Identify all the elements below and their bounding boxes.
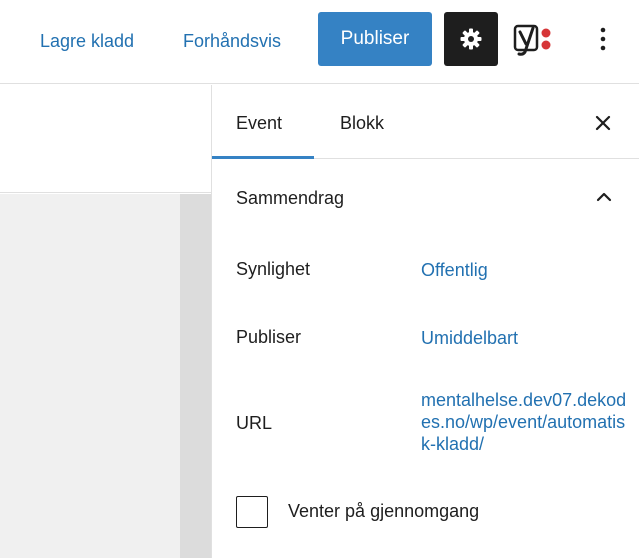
tab-block[interactable]: Blokk (340, 85, 384, 159)
publish-label: Publiser (236, 327, 302, 347)
gear-icon (460, 28, 482, 50)
url-value[interactable]: mentalhelse.dev07.dekodes.no/wp/event/au… (421, 389, 631, 455)
yoast-seo-button[interactable] (510, 18, 562, 60)
preview-button[interactable]: Forhåndsvis (183, 27, 281, 55)
publish-date-value[interactable]: Umiddelbart (421, 327, 518, 349)
editor-canvas-top (0, 85, 212, 193)
active-tab-indicator (212, 156, 314, 159)
vertical-ellipsis-icon (600, 27, 606, 51)
editor-header: Lagre kladd Forhåndsvis Publiser (0, 0, 639, 84)
pending-review-checkbox[interactable] (236, 496, 268, 528)
pending-review-label: Venter på gjennomgang (288, 501, 480, 521)
sidebar-tabs: Event Blokk (212, 85, 639, 159)
editor-canvas (0, 194, 180, 558)
visibility-label: Synlighet (236, 259, 311, 279)
close-sidebar-button[interactable] (588, 108, 618, 138)
summary-panel-toggle[interactable]: Sammendrag (212, 160, 639, 234)
chevron-up-icon (590, 183, 618, 211)
publish-button[interactable]: Publiser (318, 12, 432, 66)
save-draft-button[interactable]: Lagre kladd (40, 27, 134, 55)
panel-title: Sammendrag (236, 188, 345, 208)
tab-event[interactable]: Event (236, 85, 282, 159)
settings-sidebar: Event Blokk Sammendrag Synlighet Offentl… (211, 85, 639, 558)
more-options-button[interactable] (583, 18, 623, 60)
visibility-value[interactable]: Offentlig (421, 259, 488, 281)
close-icon (595, 115, 611, 131)
url-label: URL (236, 413, 273, 433)
settings-button[interactable] (444, 12, 498, 66)
editor-canvas-edge (180, 194, 211, 558)
yoast-logo-icon (513, 24, 551, 56)
